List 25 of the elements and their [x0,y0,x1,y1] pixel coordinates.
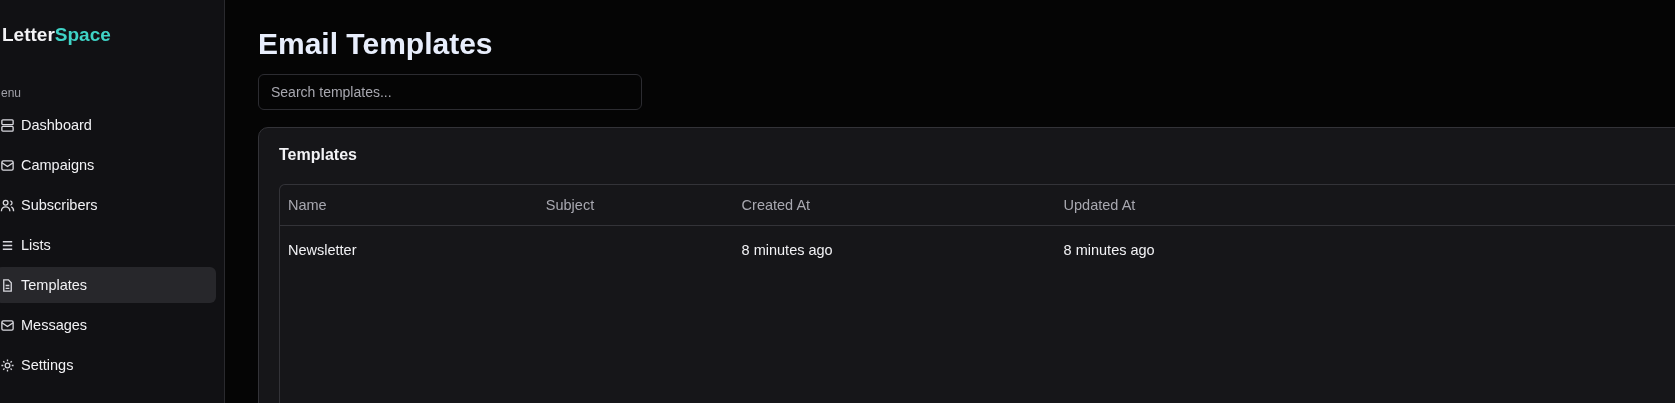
card-title: Templates [279,146,357,164]
sidebar-item[interactable]: Subscribers [0,187,216,223]
logo: LetterSpace [2,24,111,46]
table-cell: 8 minutes ago [741,242,833,258]
sidebar-item[interactable]: Templates [0,267,216,303]
table-cell: 8 minutes ago [1063,242,1155,258]
column-header: Updated At [1063,197,1136,213]
envelope-icon [0,157,15,173]
gear-icon [0,357,15,373]
sidebar-item[interactable]: Settings [0,347,216,383]
sidebar-item[interactable]: Dashboard [0,107,216,143]
sidebar-item[interactable]: Messages [0,307,216,343]
column-header: Name [288,197,327,213]
column-header: Subject [545,197,595,213]
document-icon [0,277,15,293]
envelope-icon [0,317,15,333]
page-title: Email Templates [258,27,493,61]
sidebar-item[interactable]: Campaigns [0,147,216,183]
section-label: enu [1,86,22,100]
layout-icon [0,117,15,133]
table-cell: Newsletter [288,242,357,258]
search-field[interactable]: Search templates... [258,74,642,110]
column-header: Created At [741,197,811,213]
sidebar-item[interactable]: Lists [0,227,216,263]
users-icon [0,197,15,213]
